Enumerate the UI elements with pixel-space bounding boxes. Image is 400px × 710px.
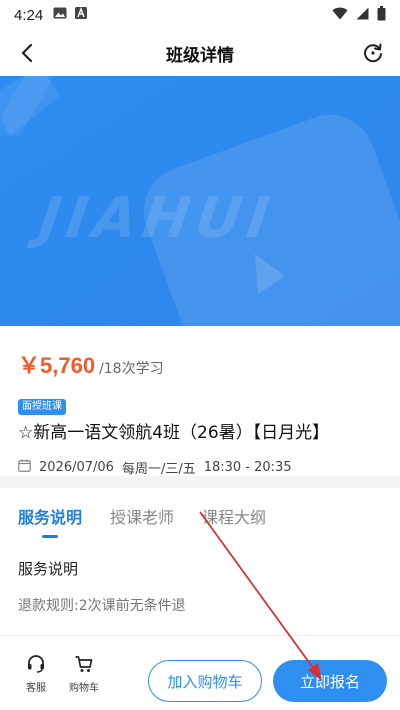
- refresh-button[interactable]: [360, 40, 386, 66]
- tab-label: 授课老师: [110, 508, 175, 527]
- service-title: 服务说明: [18, 560, 79, 578]
- cart-icon: [75, 656, 93, 672]
- signal-icon: [356, 7, 369, 24]
- page-title: 班级详情: [166, 45, 234, 66]
- battery-icon: [377, 5, 386, 25]
- image-icon: [53, 7, 67, 23]
- course-price: ￥5,760: [18, 353, 96, 378]
- calendar-icon: [18, 459, 31, 476]
- status-time: 4:24: [14, 6, 44, 24]
- price-row: ￥5,760 /18次学习: [18, 348, 382, 380]
- customer-service-label: 客服: [26, 683, 46, 694]
- course-banner: JIAHUI: [0, 76, 400, 326]
- nav-bar: 班级详情: [0, 30, 400, 76]
- banner-watermark: JIAHUI: [35, 186, 279, 251]
- section-divider: [0, 476, 400, 488]
- add-to-cart-button[interactable]: 加入购物车: [148, 660, 262, 702]
- refresh-icon: [364, 43, 382, 63]
- shopping-cart-label: 购物车: [69, 683, 99, 694]
- back-button[interactable]: [14, 40, 40, 66]
- a-icon: [75, 7, 88, 23]
- tab-teachers[interactable]: 授课老师: [110, 488, 174, 544]
- service-section: 服务说明 退款规则:2次课前无条件退: [0, 544, 400, 615]
- course-date: 2026/07/06: [39, 460, 114, 475]
- course-title-row: 面授班课 ☆新高一语文领航4班（26暑）【日月光】: [18, 394, 382, 446]
- detail-tabs: 服务说明 授课老师 课程大纲: [0, 488, 400, 544]
- course-info: ￥5,760 /18次学习 面授班课 ☆新高一语文领航4班（26暑）【日月光】 2…: [0, 326, 400, 477]
- tab-label: 课程大纲: [202, 508, 267, 527]
- headset-icon: [28, 655, 44, 673]
- course-type-badge: 面授班课: [18, 399, 66, 415]
- course-title: ☆新高一语文领航4班（26暑）【日月光】: [18, 423, 330, 443]
- tab-syllabus[interactable]: 课程大纲: [202, 488, 266, 544]
- status-bar: 4:24: [0, 0, 400, 30]
- lesson-count: /18次学习: [99, 361, 164, 377]
- wifi-icon: [332, 7, 348, 24]
- schedule-row: 2026/07/06 每周一/三/五 18:30 - 20:35: [18, 458, 382, 477]
- enroll-now-button[interactable]: 立即报名: [273, 660, 387, 702]
- tab-active-indicator: [42, 535, 58, 538]
- course-time: 18:30 - 20:35: [203, 460, 292, 475]
- tab-label: 服务说明: [18, 508, 83, 527]
- chevron-left-icon: [21, 43, 33, 63]
- course-weekdays: 每周一/三/五: [121, 462, 196, 477]
- shopping-cart-button[interactable]: 购物车: [64, 654, 104, 694]
- refund-rule: 退款规则:2次课前无条件退: [18, 598, 186, 614]
- customer-service-button[interactable]: 客服: [16, 654, 56, 694]
- tab-service[interactable]: 服务说明: [18, 488, 82, 544]
- bottom-bar: 客服 购物车 加入购物车 立即报名: [0, 635, 400, 710]
